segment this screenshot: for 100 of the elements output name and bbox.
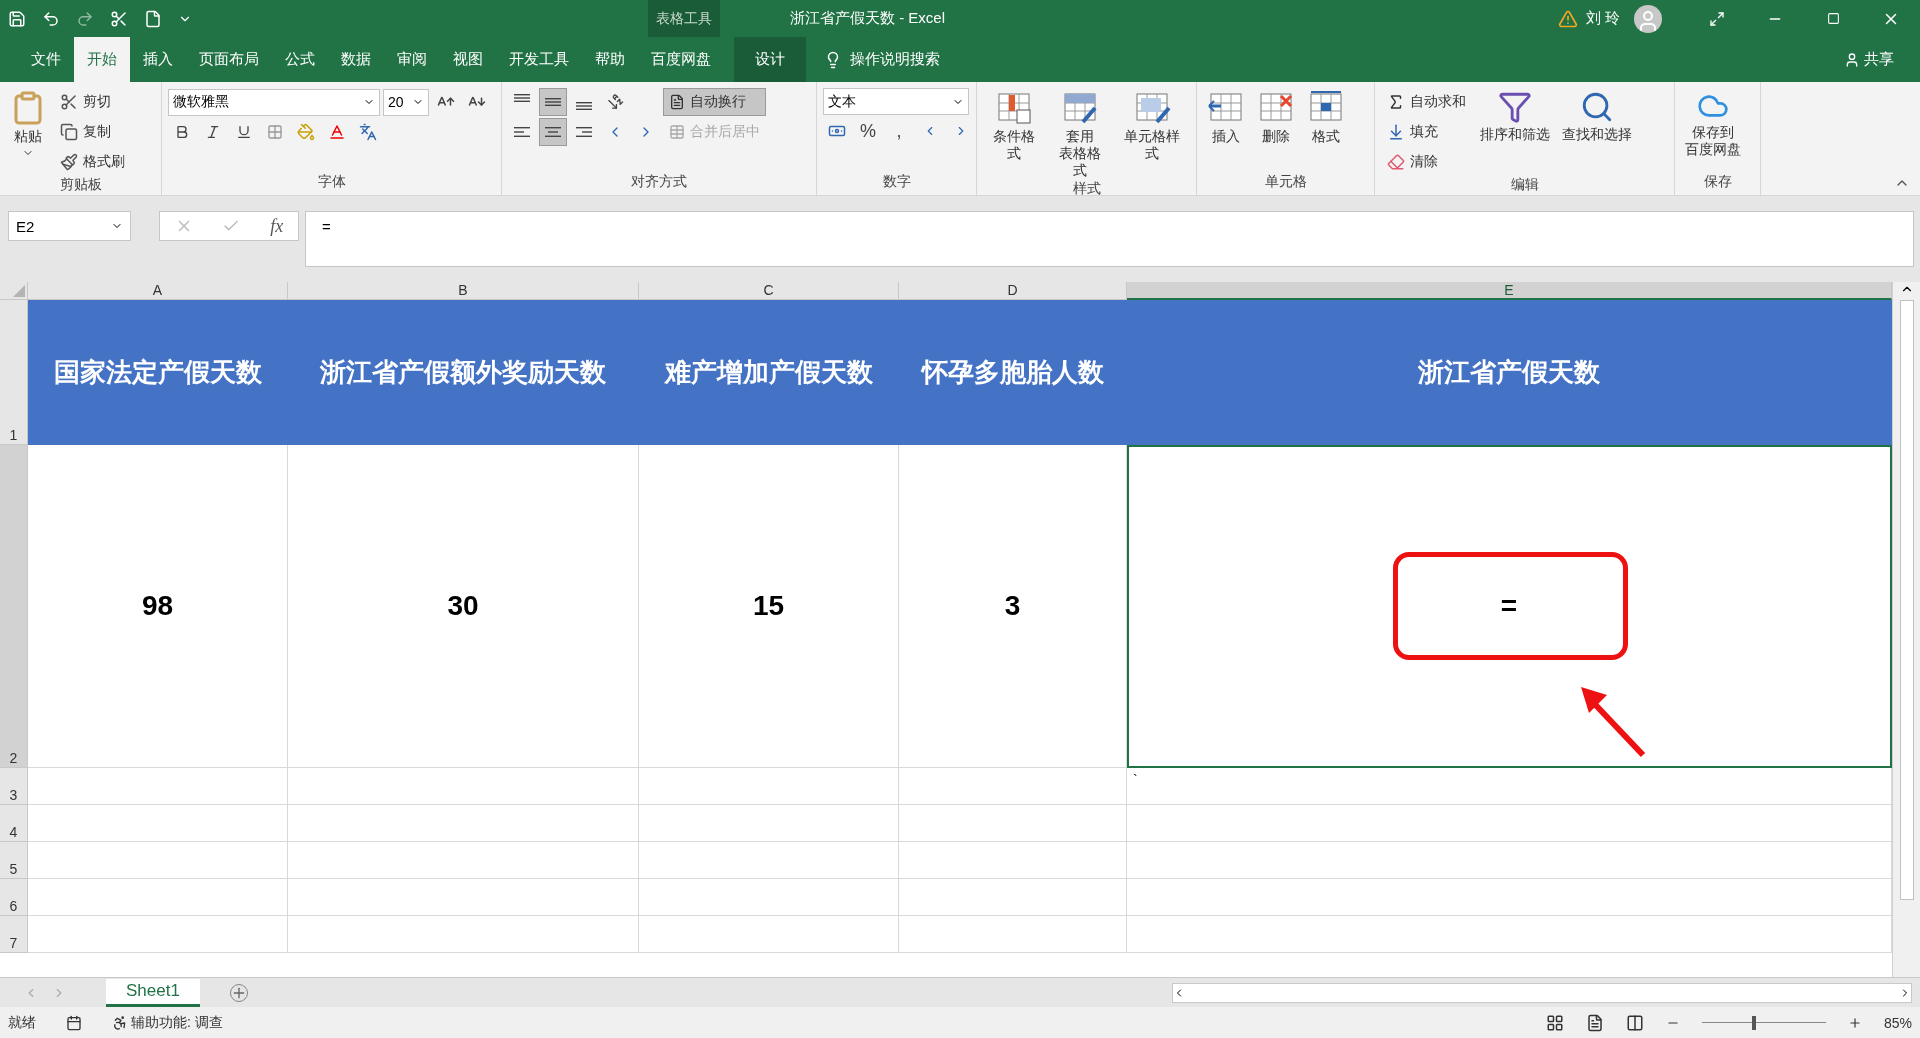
group-label: 数字 (881, 173, 912, 191)
page-layout-icon[interactable] (1585, 1013, 1604, 1032)
cell-button[interactable]: 删除 (1253, 88, 1299, 173)
sheet-tab[interactable]: Sheet1 (106, 978, 200, 1007)
number-format-field[interactable]: 文本 (823, 88, 969, 115)
comma-button[interactable]: , (885, 117, 913, 145)
align-icon (514, 127, 530, 137)
font-name-field[interactable]: 微软雅黑 (168, 88, 380, 116)
menu-tab[interactable]: 插入 (130, 37, 186, 82)
column-header[interactable]: B (288, 282, 639, 300)
brush-icon (60, 153, 78, 171)
table-cell: 国家法定产假天数 (28, 300, 288, 445)
table-cell: 浙江省产假天数 (1127, 300, 1892, 445)
menu-tab[interactable]: 视图 (440, 37, 496, 82)
column-header[interactable]: E (1127, 282, 1892, 300)
calendar-icon (66, 1014, 82, 1031)
menu-tab[interactable]: 页面布局 (186, 37, 272, 82)
column-header[interactable]: A (28, 282, 288, 300)
page-break-icon[interactable] (1625, 1013, 1644, 1032)
edit-action[interactable]: 填充 (1381, 118, 1472, 146)
scissors-icon (60, 93, 78, 111)
align-icon (545, 127, 561, 137)
accessibility-status[interactable]: 辅助功能: 调查 (131, 1013, 223, 1032)
menu-tab[interactable]: 公式 (272, 37, 328, 82)
horizontal-align-button[interactable] (539, 118, 567, 146)
name-box[interactable]: E2 (8, 211, 131, 241)
save-cloud-button[interactable]: 保存到 百度网盘 (1681, 88, 1745, 173)
row-header[interactable]: 6 (0, 879, 28, 916)
style-button[interactable]: 条件格式 (983, 88, 1045, 181)
avatar-icon[interactable] (1634, 4, 1662, 33)
share-button[interactable]: 共享 (1838, 37, 1900, 82)
table-cell: ` (1127, 768, 1892, 805)
pointer-arrow (1581, 687, 1646, 758)
menu-tab[interactable]: 开发工具 (496, 37, 582, 82)
group-label: 字体 (316, 173, 347, 191)
style-button[interactable]: 单元格样式 (1114, 88, 1190, 181)
scrollbar-thumb[interactable] (1899, 300, 1914, 900)
cell-button[interactable]: 格式 (1303, 88, 1349, 173)
menu-tab[interactable]: 文件 (18, 37, 74, 82)
zoom-level[interactable]: 85% (1883, 1014, 1912, 1031)
normal-view-icon[interactable] (1545, 1013, 1564, 1032)
cell-button[interactable]: 插入 (1203, 88, 1249, 173)
edit-button[interactable]: 查找和选择 (1558, 88, 1636, 176)
group-label: 样式 (1071, 180, 1102, 199)
style-button[interactable]: 套用 表格格式 (1048, 88, 1111, 181)
wrap-icon (669, 94, 685, 110)
insert-function-button[interactable]: fx (270, 215, 284, 237)
font-size-field[interactable]: 20 (383, 88, 429, 116)
formula-field[interactable]: = (305, 211, 1914, 267)
person-icon (1844, 51, 1860, 68)
align-icon (514, 94, 530, 102)
group-label: 编辑 (1509, 176, 1540, 194)
context-label: 表格工具 (648, 0, 720, 37)
group-label: 对齐方式 (630, 173, 688, 191)
menu-tab[interactable]: 数据 (328, 37, 384, 82)
percent-button[interactable]: % (854, 117, 882, 145)
clipboard-action[interactable]: 剪切 (54, 88, 131, 116)
accessibility-icon (112, 1014, 128, 1031)
align-icon (545, 98, 561, 106)
window-title: 浙江省产假天数 - Excel (790, 8, 945, 28)
row-header[interactable]: 7 (0, 916, 28, 953)
clipboard-action[interactable]: 复制 (54, 118, 131, 146)
align-icon (576, 102, 592, 110)
table-cell: 难产增加产假天数 (639, 300, 899, 445)
merge-icon (669, 124, 685, 140)
edit-action[interactable]: 自动求和 (1381, 88, 1472, 116)
table-cell: 98 (28, 445, 288, 768)
row-header[interactable]: 1 (0, 300, 28, 445)
paste-button[interactable]: 粘贴 (6, 88, 50, 176)
menu-tab[interactable]: 审阅 (384, 37, 440, 82)
search-icon (1580, 90, 1614, 124)
edit-button[interactable]: 排序和筛选 (1476, 88, 1554, 176)
column-header[interactable]: C (639, 282, 899, 300)
warning-icon (1557, 8, 1578, 29)
zoom-thumb[interactable] (1752, 1015, 1757, 1030)
table-cell: 怀孕多胞胎人数 (899, 300, 1127, 445)
column-header[interactable]: D (899, 282, 1127, 300)
menu-tab[interactable]: 百度网盘 (638, 37, 724, 82)
user-name: 刘 玲 (1585, 9, 1620, 28)
table-cell: 15 (639, 445, 899, 768)
table-cell: 30 (288, 445, 639, 768)
group-label: 单元格 (1263, 173, 1308, 191)
row-header[interactable]: 5 (0, 842, 28, 879)
menu-tab[interactable]: 帮助 (582, 37, 638, 82)
zoom-in-icon[interactable] (1847, 1015, 1862, 1030)
menu-tab[interactable]: 设计 (734, 37, 806, 82)
wrap-text-button[interactable]: 自动换行 (663, 88, 766, 116)
filter-icon (1498, 90, 1532, 124)
row-header[interactable]: 2 (0, 445, 28, 768)
group-label: 剪贴板 (58, 176, 103, 194)
clipboard-action[interactable]: 格式刷 (54, 148, 131, 176)
table-cell: 浙江省产假额外奖励天数 (288, 300, 639, 445)
vertical-align-button[interactable] (539, 88, 567, 116)
edit-action[interactable]: 清除 (1381, 148, 1472, 176)
align-icon (576, 127, 592, 137)
row-header[interactable]: 4 (0, 805, 28, 842)
row-header[interactable]: 3 (0, 768, 28, 805)
tell-me-field[interactable]: 操作说明搜索 (850, 50, 940, 69)
horizontal-scrollbar[interactable] (1172, 982, 1912, 1003)
menu-tab[interactable]: 开始 (74, 37, 130, 82)
